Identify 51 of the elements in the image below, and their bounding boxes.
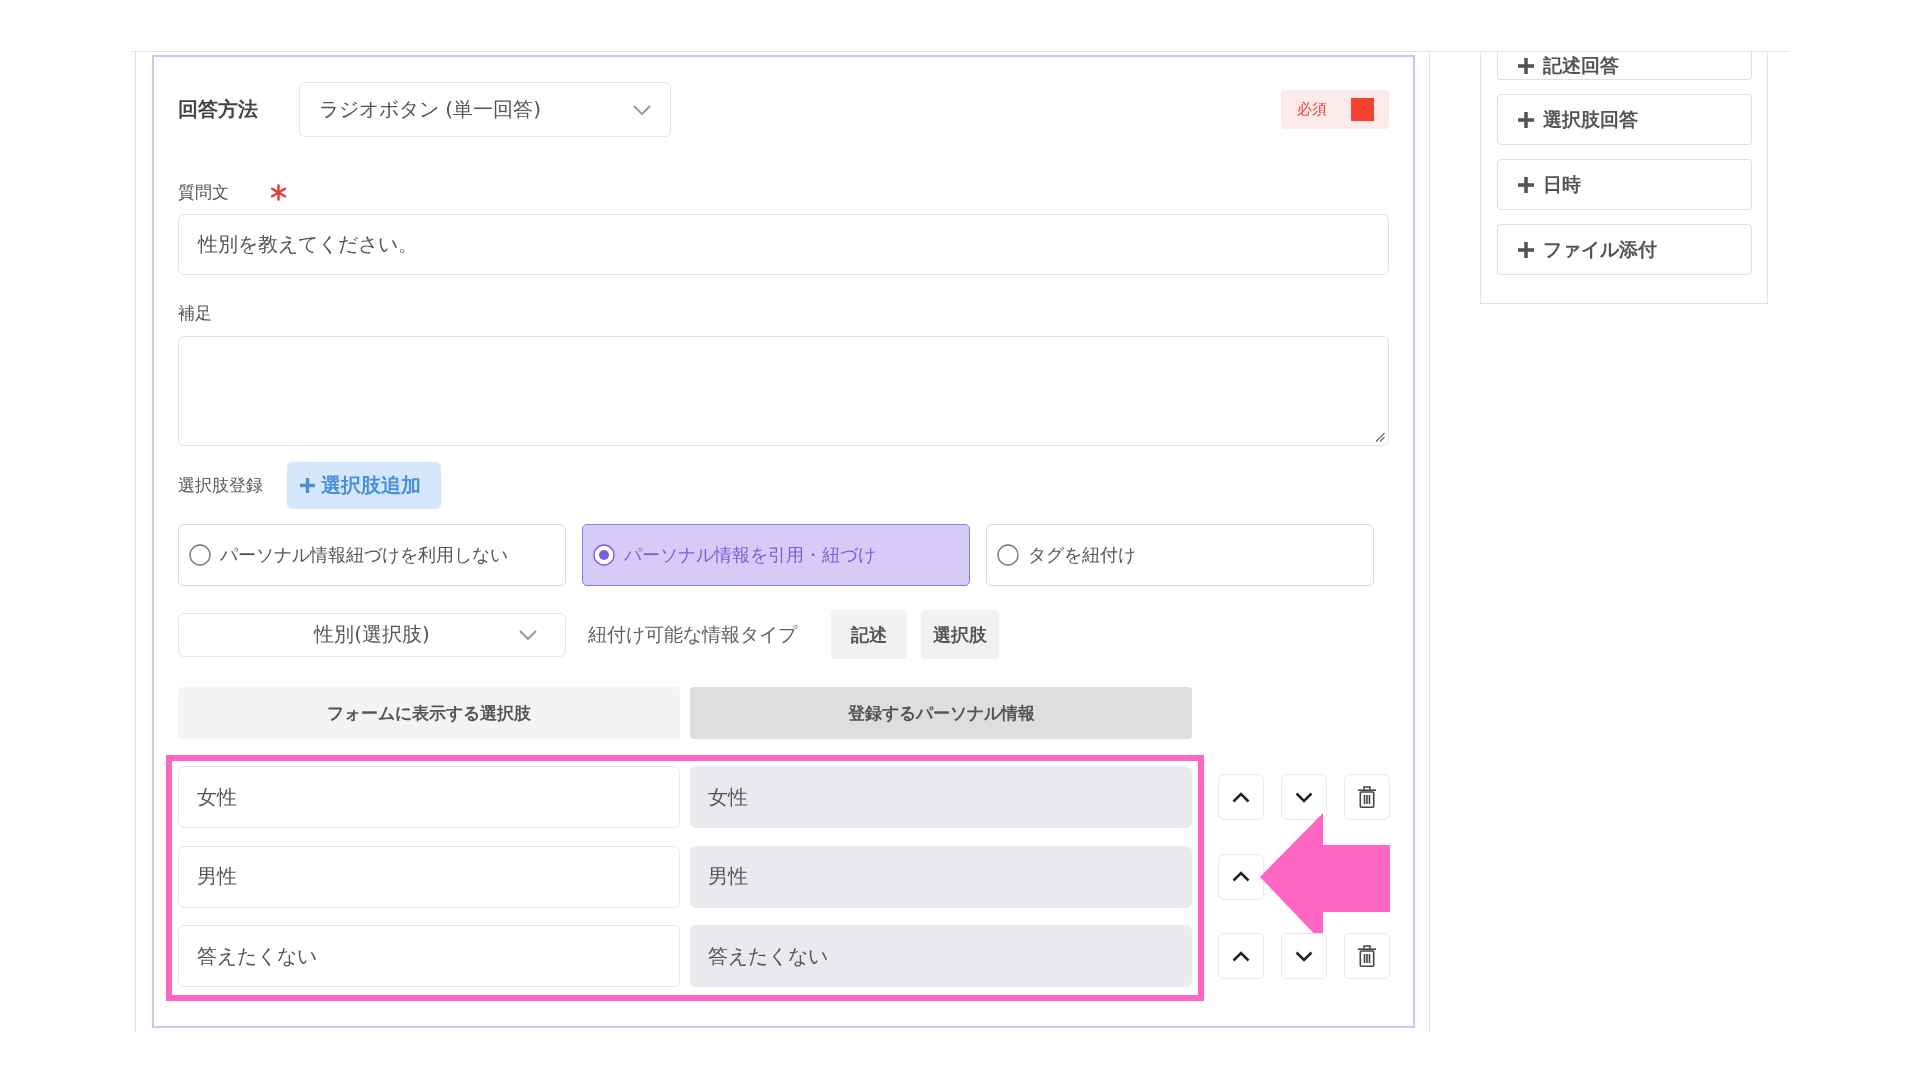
field-label: 選択肢登録 [178, 474, 264, 497]
required-checkbox[interactable] [1351, 98, 1374, 121]
column-header: フォームに表示する選択肢 [178, 687, 680, 739]
answer-method-label: 回答方法 [178, 96, 259, 123]
plus-icon [1518, 111, 1534, 128]
delete-button[interactable] [1344, 774, 1390, 820]
chevron-down-icon [519, 629, 537, 640]
move-down-button[interactable] [1281, 774, 1327, 820]
chevron-down-icon [1295, 791, 1313, 803]
choice-input[interactable]: 女性 [178, 766, 680, 828]
field-label: 質問文 [178, 180, 229, 204]
plus-icon [300, 478, 315, 493]
add-field-button[interactable]: 記述回答 [1497, 52, 1752, 80]
move-up-button[interactable] [1218, 853, 1264, 900]
trash-icon [1358, 786, 1376, 808]
personal-info-select[interactable]: 性別(選択肢) [178, 612, 566, 657]
move-up-button[interactable] [1218, 774, 1264, 820]
add-field-button[interactable]: 日時 [1497, 159, 1752, 210]
link-mode-option[interactable]: タグを紐付け [986, 524, 1374, 586]
delete-button[interactable] [1344, 933, 1390, 979]
column-header: 登録するパーソナル情報 [690, 687, 1192, 739]
field-label: 補足 [178, 301, 212, 325]
linked-info-field: 答えたくない [690, 925, 1192, 987]
chevron-down-icon [633, 104, 651, 115]
answer-type-select[interactable]: ラジオボタン (単一回答) [299, 82, 671, 137]
chevron-up-icon [1232, 791, 1250, 803]
chevron-up-icon [1232, 871, 1250, 882]
plus-icon [1518, 57, 1534, 74]
chevron-up-icon [1232, 950, 1250, 962]
chevron-down-icon [1295, 950, 1313, 962]
info-type-tag: 記述 [831, 610, 907, 659]
linked-info-field: 男性 [690, 845, 1192, 908]
radio-icon[interactable] [593, 544, 615, 566]
required-toggle[interactable]: 必須 [1281, 90, 1389, 129]
info-type-tag: 選択肢 [921, 610, 999, 659]
resize-handle-icon[interactable] [1375, 432, 1385, 442]
choice-input[interactable]: 答えたくない [178, 925, 680, 987]
move-down-button[interactable] [1281, 933, 1327, 979]
trash-icon [1358, 945, 1376, 967]
link-mode-option[interactable]: パーソナル情報紐づけを利用しない [178, 524, 566, 586]
radio-icon[interactable] [189, 544, 211, 566]
radio-icon[interactable] [997, 544, 1019, 566]
plus-icon [1518, 176, 1534, 193]
add-field-button[interactable]: 選択肢回答 [1497, 94, 1752, 145]
choice-input[interactable]: 男性 [178, 845, 680, 908]
add-field-button[interactable]: ファイル添付 [1497, 224, 1752, 275]
info-type-label: 紐付け可能な情報タイプ [588, 621, 797, 647]
linked-info-field: 女性 [690, 766, 1192, 828]
move-up-button[interactable] [1218, 933, 1264, 979]
plus-icon [1518, 241, 1534, 258]
question-input[interactable]: 性別を教えてください。 [178, 214, 1389, 275]
